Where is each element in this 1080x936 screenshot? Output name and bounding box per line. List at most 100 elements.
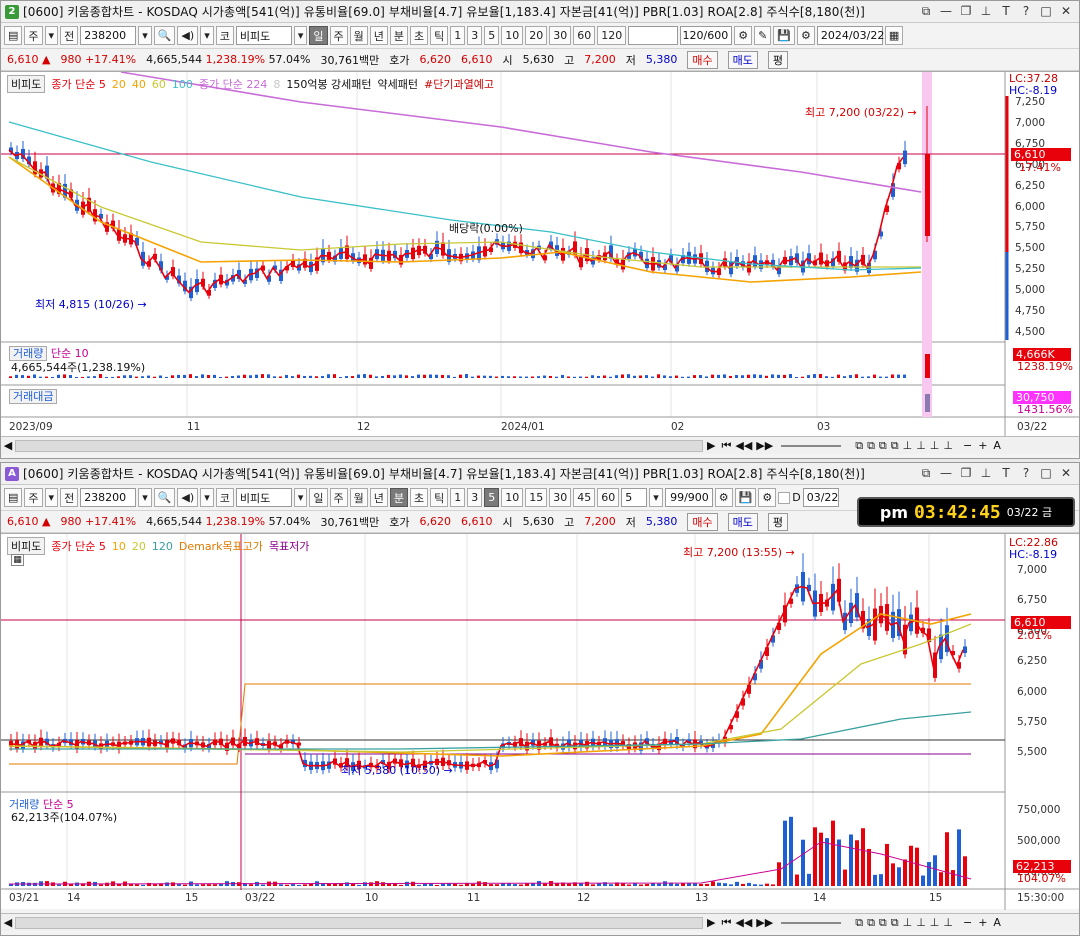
buy-button[interactable]: 매수 [687,512,718,531]
font-icon[interactable]: T [999,466,1013,481]
font-a-icon[interactable]: A [993,439,1001,452]
zoom-out-icon[interactable]: − [963,439,972,452]
zoom-out-icon[interactable]: − [963,916,972,929]
restore-icon[interactable]: ❐ [959,4,973,19]
type-button[interactable]: 전 [60,488,79,507]
font-a-icon[interactable]: A [993,916,1001,929]
market-dropdown-icon[interactable]: ▾ [44,26,59,45]
layout-icon[interactable]: ▤ [4,488,23,507]
period-button-1[interactable]: 주 [329,26,348,45]
speaker-dropdown-icon[interactable]: ▾ [200,488,214,507]
next-page-icon[interactable]: ▶▶ [756,439,773,452]
legend-ma100[interactable]: 100 [172,78,193,91]
legend-tag[interactable]: 비피도 [7,537,46,555]
code-dropdown-icon[interactable]: ▾ [138,488,152,507]
code-dropdown-icon[interactable]: ▾ [138,26,152,45]
period-button-5[interactable]: 초 [410,488,429,507]
market-dropdown-icon[interactable]: ▾ [44,488,59,507]
period-button-1[interactable]: 주 [329,488,348,507]
buy-button[interactable]: 매수 [687,50,718,69]
interval-button-30[interactable]: 30 [549,488,572,507]
interval-button-5[interactable]: 5 [484,26,500,45]
pin-icon[interactable]: ⊥ [979,4,993,19]
period-button-6[interactable]: 틱 [430,26,449,45]
link-icon[interactable]: ⧉ [919,4,933,19]
font-icon[interactable]: T [999,4,1013,19]
interval-button-1[interactable]: 1 [450,26,466,45]
maximize-icon[interactable]: □ [1039,466,1053,481]
legend-target-low[interactable]: 목표저가 [269,538,309,554]
interval-button-15[interactable]: 15 [525,488,548,507]
interval-button-60[interactable]: 60 [597,488,620,507]
close-icon[interactable]: ✕ [1059,4,1073,19]
interval-dropdown-icon[interactable]: ▾ [649,488,663,507]
code-input[interactable]: 238200 [80,488,137,507]
legend-pattern-weak[interactable]: 약세패턴 [378,76,418,92]
stock-name-field[interactable]: 비피도 [235,488,292,507]
scroll-left-icon[interactable]: ◀ [1,916,15,929]
interval-field[interactable]: 5 [621,488,648,507]
interval-button-60[interactable]: 60 [573,26,596,45]
zoom-slider[interactable] [781,921,842,924]
scroll-right-icon[interactable]: ▶ [707,916,715,929]
maximize-icon[interactable]: □ [1039,4,1053,19]
legend-pattern-strong[interactable]: 150억봉 강세패턴 [286,76,371,92]
type-button[interactable]: 전 [60,26,79,45]
restore-icon[interactable]: ❐ [959,466,973,481]
period-button-0[interactable]: 일 [309,488,328,507]
name-dropdown-icon[interactable]: ▾ [293,488,308,507]
sell-button[interactable]: 매도 [727,512,758,531]
amount-title-text[interactable]: 거래대금 [9,389,58,404]
name-dropdown-icon[interactable]: ▾ [293,26,308,45]
legend-ma40[interactable]: 40 [132,78,146,91]
interval-button-30[interactable]: 30 [549,26,572,45]
first-page-icon[interactable]: ⏮ [721,439,731,453]
horizontal-scrollbar[interactable] [15,916,703,929]
scroll-left-icon[interactable]: ◀ [1,439,15,452]
legend-overheat[interactable]: #단기과열예고 [424,76,494,92]
legend-ma224-n[interactable]: 8 [273,78,280,91]
next-page-icon[interactable]: ▶▶ [756,916,773,929]
d-checkbox[interactable] [778,491,791,504]
period-button-0[interactable]: 일 [309,26,328,45]
prev-page-icon[interactable]: ◀◀ [735,439,752,452]
count-field[interactable]: 99/900 [664,488,713,507]
market-select[interactable]: 주 [24,26,43,45]
interval-button-5[interactable]: 5 [484,488,500,507]
period-button-4[interactable]: 분 [389,488,408,507]
search-icon[interactable]: 🔍 [153,26,176,45]
speaker-icon[interactable]: ◀) [177,488,199,507]
legend-ma20[interactable]: 20 [132,540,146,553]
legend-ma5[interactable]: 종가 단순 5 [51,76,105,92]
interval-button-10[interactable]: 10 [501,26,524,45]
search-icon[interactable]: 🔍 [153,488,176,507]
date-field[interactable]: 03/22 [802,488,839,507]
scroll-right-icon[interactable]: ▶ [707,439,715,452]
legend-ma120[interactable]: 120 [152,540,173,553]
layout-icon[interactable]: ▤ [4,26,23,45]
indicator-icon[interactable]: ⚙ [734,26,753,45]
settings-icon[interactable]: ⚙ [797,26,815,45]
period-button-4[interactable]: 분 [389,26,408,45]
period-button-2[interactable]: 월 [349,26,368,45]
interval-button-20[interactable]: 20 [525,26,548,45]
eval-button[interactable]: 평 [767,50,788,69]
prev-page-icon[interactable]: ◀◀ [735,916,752,929]
legend-ma60[interactable]: 60 [152,78,166,91]
legend-ma5[interactable]: 종가 단순 5 [51,538,105,554]
period-button-2[interactable]: 월 [349,488,368,507]
period-select[interactable] [628,26,679,45]
code-input[interactable]: 238200 [80,26,137,45]
speaker-dropdown-icon[interactable]: ▾ [200,26,214,45]
period-button-3[interactable]: 년 [369,488,388,507]
minimize-icon[interactable]: — [939,466,953,481]
help-icon[interactable]: ? [1019,4,1033,19]
period-button-3[interactable]: 년 [369,26,388,45]
settings-icon[interactable]: ⚙ [758,488,777,507]
legend-demark[interactable]: Demark목표고가 [179,538,263,554]
table-icon[interactable]: ▦ [11,554,24,566]
save-icon[interactable]: 💾 [773,26,796,45]
top-chart-area[interactable]: 비피도 종가 단순 5 20 40 60 100 종가 단순 224 8 150… [1,71,1079,440]
speaker-icon[interactable]: ◀) [177,26,199,45]
interval-button-120[interactable]: 120 [597,26,627,45]
